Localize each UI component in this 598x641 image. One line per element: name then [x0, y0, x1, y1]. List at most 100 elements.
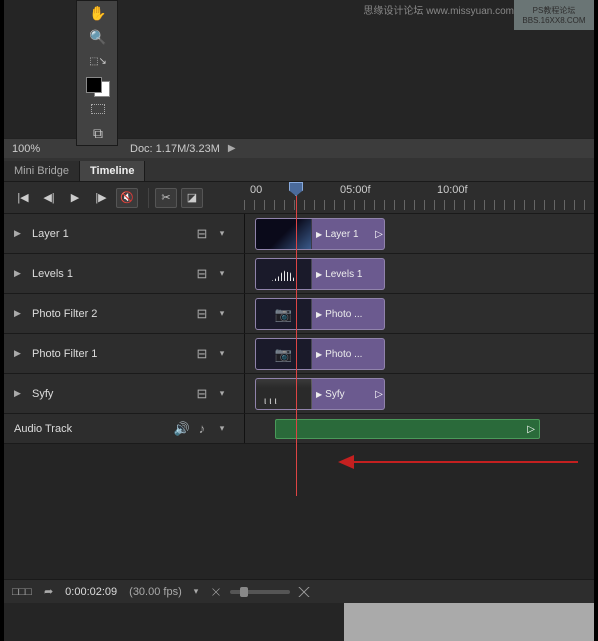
foreground-swatch[interactable] [86, 77, 102, 93]
playhead[interactable] [289, 182, 303, 196]
track-menu-icon[interactable]: ▾ [212, 423, 232, 434]
audio-track-label: Audio Track [14, 423, 172, 435]
clip-play-icon: ▶ [316, 310, 322, 319]
split-button[interactable]: ✂ [155, 188, 177, 208]
frame-mode-icon[interactable]: □□□ [12, 586, 32, 598]
play-button[interactable]: ▶ [64, 188, 86, 208]
bottom-gray-area [344, 603, 594, 641]
zoom-slider-thumb[interactable] [240, 587, 248, 597]
track-name: Photo Filter 1 [32, 348, 192, 360]
track-expand-icon[interactable]: ▶ [14, 228, 24, 239]
audio-track-row: Audio Track 🔊 ♪ ▾ ▷ [4, 414, 594, 444]
next-frame-button[interactable]: |▶ [90, 188, 112, 208]
track-menu-icon[interactable]: ▾ [212, 268, 232, 279]
status-play-icon[interactable]: ▶ [228, 143, 236, 154]
speaker-icon[interactable]: 🔊 [172, 421, 192, 437]
clip-play-icon: ▶ [316, 350, 322, 359]
video-clip[interactable]: 📷 ▶Photo ... [255, 298, 385, 330]
filmstrip-icon[interactable]: ⊟ [192, 386, 212, 402]
filmstrip-icon[interactable]: ⊟ [192, 266, 212, 282]
hand-tool[interactable]: ✋ [77, 1, 119, 25]
transition-button[interactable]: ◪ [181, 188, 203, 208]
clip-label: Photo ... [325, 349, 362, 360]
track-name: Syfy [32, 388, 192, 400]
playhead-line [296, 196, 297, 496]
zoom-out-icon[interactable] [212, 588, 220, 595]
clip-thumbnail-levels-icon [256, 259, 312, 289]
filmstrip-icon[interactable]: ⊟ [192, 226, 212, 242]
swap-colors-tool[interactable]: ⬚↘ [77, 49, 119, 73]
mute-button[interactable]: 🔇 [116, 188, 138, 208]
separator [148, 188, 149, 208]
chevron-down-icon[interactable]: ▾ [194, 586, 199, 597]
filmstrip-icon[interactable]: ⊟ [192, 306, 212, 322]
track-header[interactable]: ▶ Levels 1 ⊟ ▾ [4, 266, 242, 282]
clip-end-marker-icon[interactable]: ▷ [374, 219, 384, 249]
track-row: ▶ Layer 1 ⊟ ▾ ▶Layer 1 ▷ [4, 214, 594, 254]
filmstrip-icon[interactable]: ⊟ [192, 346, 212, 362]
clip-thumbnail [256, 219, 312, 249]
music-note-icon[interactable]: ♪ [192, 421, 212, 436]
tab-mini-bridge[interactable]: Mini Bridge [4, 161, 80, 181]
tab-timeline[interactable]: Timeline [80, 161, 145, 181]
video-clip[interactable]: ▶Syfy ▷ [255, 378, 385, 410]
watermark-text: 思缘设计论坛 www.missyuan.com [363, 2, 514, 17]
clip-label: Syfy [325, 389, 344, 400]
timeline-footer: □□□ ➦ 0:00:02:09 (30.00 fps) ▾ [4, 579, 594, 603]
track-header[interactable]: ▶ Photo Filter 2 ⊟ ▾ [4, 306, 242, 322]
track-name: Levels 1 [32, 268, 192, 280]
track-row: ▶ Syfy ⊟ ▾ ▶Syfy ▷ [4, 374, 594, 414]
track-expand-icon[interactable]: ▶ [14, 388, 24, 399]
clip-end-marker-icon[interactable]: ▷ [527, 424, 535, 435]
track-menu-icon[interactable]: ▾ [212, 388, 232, 399]
track-header[interactable]: ▶ Syfy ⊟ ▾ [4, 386, 242, 402]
go-to-first-frame-button[interactable]: |◀ [12, 188, 34, 208]
audio-clip[interactable]: ▷ [275, 419, 540, 439]
screenmode-tool[interactable]: ⧉ [77, 121, 119, 145]
annotation-arrow [338, 455, 578, 469]
video-clip[interactable]: 📷 ▶Photo ... [255, 338, 385, 370]
fps-display: (30.00 fps) [129, 586, 182, 598]
export-icon[interactable]: ➦ [44, 585, 53, 598]
track-expand-icon[interactable]: ▶ [14, 348, 24, 359]
track-header[interactable]: ▶ Layer 1 ⊟ ▾ [4, 226, 242, 242]
audio-track-header[interactable]: Audio Track 🔊 ♪ ▾ [4, 421, 242, 437]
video-clip[interactable]: ▶Layer 1 ▷ [255, 218, 385, 250]
clip-play-icon: ▶ [316, 270, 322, 279]
clip-label: Layer 1 [325, 229, 358, 240]
clip-play-icon: ▶ [316, 390, 322, 399]
track-row: ▶ Levels 1 ⊟ ▾ ▶Levels 1 [4, 254, 594, 294]
zoom-in-icon[interactable] [298, 587, 310, 597]
tools-palette: ✋ 🔍 ⬚↘ ⧉ [76, 0, 118, 146]
color-swatches[interactable] [77, 73, 119, 97]
zoom-level[interactable]: 100% [12, 143, 82, 155]
track-row: ▶ Photo Filter 1 ⊟ ▾ 📷 ▶Photo ... [4, 334, 594, 374]
video-clip[interactable]: ▶Levels 1 [255, 258, 385, 290]
zoom-tool[interactable]: 🔍 [77, 25, 119, 49]
ruler-tick-1: 05:00f [340, 184, 371, 196]
clip-thumbnail-camera-icon: 📷 [256, 339, 312, 369]
clip-thumbnail-camera-icon: 📷 [256, 299, 312, 329]
quickmask-tool[interactable] [77, 97, 119, 121]
track-menu-icon[interactable]: ▾ [212, 308, 232, 319]
ruler-tick-0: 00 [250, 184, 262, 196]
transport-bar: |◀ ◀| ▶ |▶ 🔇 ✂ ◪ 00 05:00f 10:00f [4, 182, 594, 214]
watermark-badge: PS教程论坛 BBS.16XX8.COM [514, 0, 594, 30]
current-time: 0:00:02:09 [65, 586, 117, 598]
zoom-slider[interactable] [230, 590, 290, 594]
panel-tabs: Mini Bridge Timeline [4, 158, 594, 182]
doc-info: Doc: 1.17M/3.23M [130, 143, 220, 155]
track-name: Photo Filter 2 [32, 308, 192, 320]
track-expand-icon[interactable]: ▶ [14, 268, 24, 279]
track-expand-icon[interactable]: ▶ [14, 308, 24, 319]
time-ruler[interactable]: 00 05:00f 10:00f [244, 182, 594, 214]
clip-thumbnail [256, 379, 312, 409]
track-name: Layer 1 [32, 228, 192, 240]
track-row: ▶ Photo Filter 2 ⊟ ▾ 📷 ▶Photo ... [4, 294, 594, 334]
prev-frame-button[interactable]: ◀| [38, 188, 60, 208]
track-header[interactable]: ▶ Photo Filter 1 ⊟ ▾ [4, 346, 242, 362]
track-menu-icon[interactable]: ▾ [212, 228, 232, 239]
track-menu-icon[interactable]: ▾ [212, 348, 232, 359]
clip-end-marker-icon[interactable]: ▷ [374, 379, 384, 409]
clip-label: Levels 1 [325, 269, 362, 280]
